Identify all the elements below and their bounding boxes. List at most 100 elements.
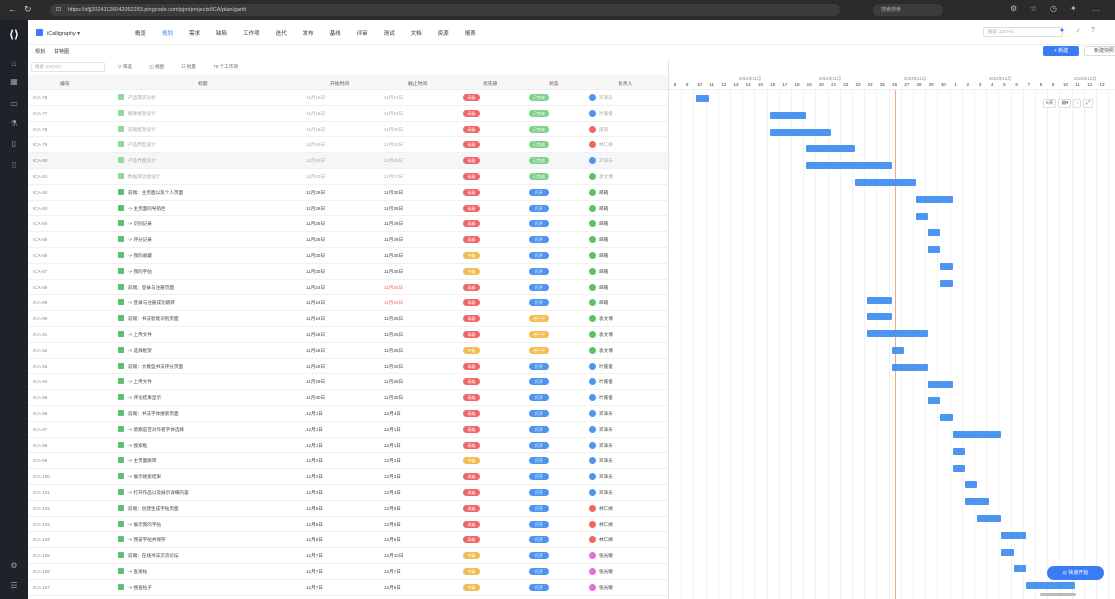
priority-badge[interactable]: 高级	[463, 157, 480, 165]
table-row[interactable]: ICA-78 前端框架设计 11月16日 11月20日 高级 已完成 邵丽	[28, 122, 668, 138]
row-title[interactable]: -> 展示搜索结果	[128, 474, 161, 480]
row-title[interactable]: -> 识别记录	[128, 221, 152, 227]
menu-icon[interactable]: ☰	[8, 580, 20, 592]
table-row[interactable]: ICA-89 -> 登录与注册成功跳转 11月24日 11月25日 高级 打开 邮箱	[28, 295, 668, 312]
gantt-bar[interactable]	[867, 313, 892, 321]
status-badge[interactable]: 进行中	[529, 346, 549, 354]
row-end-date[interactable]: 12月8日	[384, 585, 401, 591]
row-end-date[interactable]: 11月29日	[384, 221, 403, 227]
row-end-date[interactable]: 12月7日	[384, 569, 401, 575]
table-row[interactable]: ICA-107 -> 搜查帖子 12月7日 12月8日 中级 打开 张光耀	[28, 580, 668, 596]
row-owner[interactable]: 邓泽乐	[599, 474, 613, 480]
gantt-bar[interactable]	[964, 498, 990, 506]
row-end-date[interactable]: 12月2日	[384, 458, 401, 464]
gantt-bar[interactable]	[769, 111, 807, 119]
row-end-date[interactable]: 12月1日	[384, 443, 401, 449]
reload-icon[interactable]: ↻	[24, 4, 32, 15]
gantt-bar[interactable]	[867, 296, 892, 304]
row-end-date[interactable]: 11月30日	[384, 190, 403, 196]
help-icon[interactable]: ?	[1088, 27, 1098, 37]
table-row[interactable]: ICA-101 -> 打开作品以及展示详细内容 12月3日 12月4日 高级 打开 邓泽乐	[28, 485, 668, 501]
row-end-date[interactable]: 11月28日	[384, 348, 403, 354]
row-owner[interactable]: 邓泽乐	[599, 458, 613, 464]
history-icon[interactable]: ◷	[1050, 4, 1057, 13]
row-start-date[interactable]: 12月1日	[306, 411, 323, 417]
status-badge[interactable]: 打开	[529, 236, 549, 244]
tab-0[interactable]: 概览	[135, 29, 146, 37]
status-badge[interactable]: 已完成	[529, 125, 549, 133]
row-title[interactable]: 前端：创建生成字帖页面	[128, 506, 179, 512]
table-row[interactable]: ICA-99 -> 主页面跳转 12月2日 12月2日 中级 打开 邓泽乐	[28, 453, 668, 470]
col-status[interactable]: 状态	[549, 80, 559, 87]
row-title[interactable]: 前端：大模型书法评分页面	[128, 364, 183, 370]
row-title[interactable]: 数据库功能设计	[128, 174, 160, 180]
row-owner[interactable]: 袁文博	[599, 332, 613, 338]
row-owner[interactable]: 邮箱	[599, 206, 608, 212]
row-end-date[interactable]: 11月25日	[384, 285, 403, 291]
bell-icon[interactable]: ♪	[1073, 27, 1083, 37]
new-button[interactable]: + 新建	[1043, 46, 1079, 56]
row-start-date[interactable]: 11月29日	[306, 379, 325, 385]
more-icon[interactable]: …	[1092, 4, 1100, 13]
row-owner[interactable]: 袁文博	[599, 348, 613, 354]
gantt-bar[interactable]	[891, 363, 929, 371]
row-start-date[interactable]: 12月7日	[306, 553, 323, 559]
status-badge[interactable]: 打开	[529, 220, 549, 228]
row-end-date[interactable]: 11月30日	[384, 395, 403, 401]
row-end-date[interactable]: 12月6日	[384, 537, 401, 543]
row-end-date[interactable]: 12月3日	[384, 474, 401, 480]
status-badge[interactable]: 打开	[529, 552, 549, 560]
settings-icon[interactable]: ⚙	[8, 560, 20, 572]
row-end-date[interactable]: 12月5日	[384, 522, 401, 528]
row-title[interactable]: -> 上传文件	[128, 379, 152, 385]
tab-3[interactable]: 缺陷	[216, 29, 227, 37]
row-start-date[interactable]: 12月1日	[306, 443, 323, 449]
priority-badge[interactable]: 高级	[463, 362, 480, 370]
tab-7[interactable]: 基线	[330, 29, 341, 37]
copilot-icon[interactable]: ✦	[1070, 4, 1077, 13]
table-row[interactable]: ICA-103 -> 展示我的字帖 12月5日 12月5日 高级 打开 林仁婧	[28, 517, 668, 533]
gantt-bar[interactable]	[916, 195, 953, 203]
priority-badge[interactable]: 高级	[463, 109, 480, 117]
table-row[interactable]: ICA-93 前端：大模型书法评分页面 11月29日 11月30日 高级 打开 叶嘉俊	[28, 359, 668, 375]
row-owner[interactable]: 邮箱	[599, 300, 608, 306]
table-row[interactable]: ICA-94 -> 上传文件 11月29日 11月29日 高级 打开 叶嘉俊	[28, 374, 668, 391]
subtab-0[interactable]: 规划	[35, 49, 45, 55]
priority-badge[interactable]: 高级	[463, 536, 480, 544]
col-id[interactable]: 编号	[60, 80, 70, 87]
priority-badge[interactable]: 中级	[463, 346, 480, 354]
row-title[interactable]: -> 展示我的字帖	[128, 522, 161, 528]
pingcode-logo[interactable]: ⟨⟩	[6, 28, 22, 44]
tab-4[interactable]: 工作项	[243, 29, 260, 37]
tab-6[interactable]: 发布	[303, 29, 314, 37]
table-row[interactable]: ICA-90 前端：书法智能识别页面 11月24日 11月28日 高级 进行中 袁文博	[28, 311, 668, 327]
row-owner[interactable]: 邓泽乐	[599, 158, 613, 164]
row-end-date[interactable]: 12月4日	[384, 490, 401, 496]
gantt-bar[interactable]	[1025, 582, 1075, 590]
row-start-date[interactable]: 11月28日	[306, 190, 325, 196]
row-owner[interactable]: 叶嘉俊	[599, 111, 613, 117]
priority-badge[interactable]: 高级	[463, 315, 480, 323]
status-badge[interactable]: 打开	[529, 583, 549, 591]
priority-badge[interactable]: 高级	[463, 520, 480, 528]
status-badge[interactable]: 打开	[529, 362, 549, 370]
row-start-date[interactable]: 12月2日	[306, 458, 323, 464]
star-icon[interactable]: ☆	[1030, 4, 1037, 13]
row-start-date[interactable]: 11月29日	[306, 221, 325, 227]
row-end-date[interactable]: 12月6日	[384, 506, 401, 512]
row-owner[interactable]: 张光耀	[599, 585, 613, 591]
browser-search-box[interactable]: 搜索搜索	[873, 4, 943, 16]
row-title[interactable]: -> 打开作品以及展示详细内容	[128, 490, 189, 496]
table-row[interactable]: ICA-97 -> 莫察是否对作者字体选择 12月1日 12月1日 高级 打开 邓泽乐	[28, 422, 668, 438]
row-title[interactable]: 产品需求分析	[128, 95, 156, 101]
row-start-date[interactable]: 11月23日	[306, 174, 325, 180]
row-start-date[interactable]: 11月30日	[306, 253, 325, 259]
gantt-bar[interactable]	[855, 179, 916, 186]
table-row[interactable]: ICA-104 -> 预览字帖并保存 12月6日 12月6日 高级 打开 林仁婧	[28, 532, 668, 549]
gantt-bar[interactable]	[891, 347, 904, 354]
col-title[interactable]: 标题	[198, 80, 208, 87]
row-title[interactable]: -> 主页面的导航栏	[128, 206, 166, 212]
extensions-icon[interactable]: ⚙	[1010, 4, 1017, 13]
row-title[interactable]: -> 上传文件	[128, 332, 152, 338]
table-row[interactable]: ICA-102 前端：创建生成字帖页面 12月5日 12月6日 高级 打开 林仁婧	[28, 501, 668, 517]
